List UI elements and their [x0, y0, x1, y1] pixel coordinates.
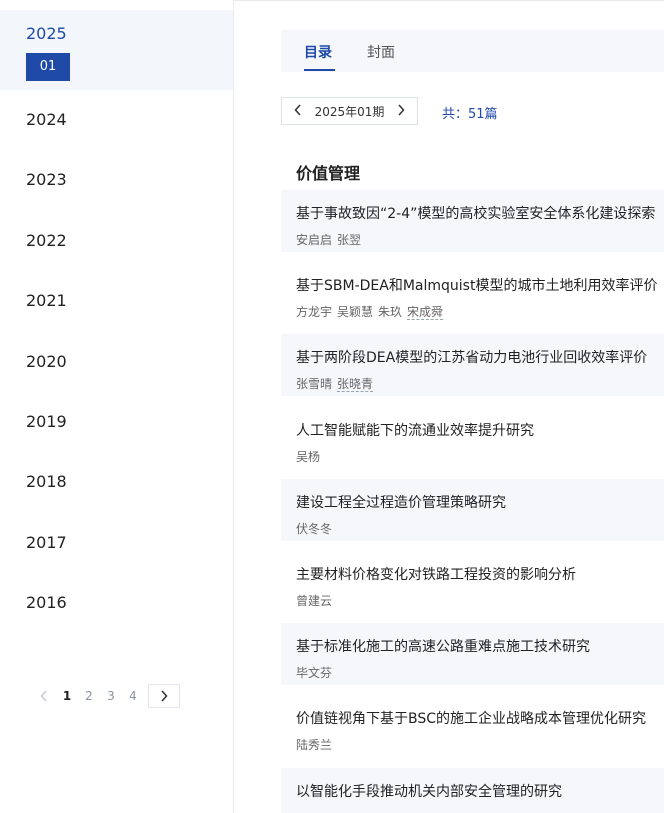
article-row[interactable]: 价值链视角下基于BSC的施工企业战略成本管理优化研究陆秀兰 [281, 695, 664, 757]
article-title[interactable]: 基于标准化施工的高速公路重难点施工技术研究 [296, 636, 590, 656]
article-count: 共：51篇 [442, 107, 498, 122]
author-name: 陆秀兰 [296, 738, 333, 753]
article-row[interactable]: 基于SBM-DEA和Malmquist模型的城市土地利用效率评价 方龙宇 吴颖慧 朱玖… [281, 262, 664, 324]
author-name: 吴颖慧 [337, 305, 374, 320]
article-authors: 安启启 张翌 [296, 231, 366, 248]
year-item[interactable]: 2020 [26, 352, 67, 371]
article-authors: 曾建云 [296, 592, 337, 609]
author-name[interactable]: 张晓青 [337, 377, 374, 393]
article-title[interactable]: 价值链视角下基于BSC的施工企业战略成本管理优化研究 [296, 708, 646, 728]
author-name: 张翌 [337, 233, 362, 247]
pager-page-number[interactable]: 3 [100, 689, 122, 703]
article-row[interactable]: 以智能化手段推动机关内部安全管理的研究 [281, 767, 664, 813]
article-row[interactable]: 基于事故致因“2-4”模型的高校实验室安全体系化建设探索 安启启 张翌 [281, 190, 664, 252]
article-title[interactable]: 人工智能赋能下的流通业效率提升研究 [296, 420, 534, 440]
article-row[interactable]: 基于两阶段DEA模型的江苏省动力电池行业回收效率评价 张雪晴 张晓青 [281, 334, 664, 397]
year-item[interactable]: 2021 [26, 291, 67, 310]
year-item[interactable]: 2024 [26, 110, 67, 129]
article-title[interactable]: 基于SBM-DEA和Malmquist模型的城市土地利用效率评价 [296, 275, 657, 295]
year-item[interactable]: 2017 [26, 533, 67, 552]
article-authors: 伏冬冬 [296, 520, 337, 537]
active-year-block[interactable]: 2025 01 [0, 10, 233, 90]
article-title[interactable]: 以智能化手段推动机关内部安全管理的研究 [296, 781, 562, 801]
tab-cover[interactable]: 封面 [367, 42, 395, 62]
article-row[interactable]: 人工智能赋能下的流通业效率提升研究吴杨 [281, 407, 664, 469]
issue-next-icon[interactable] [397, 103, 405, 119]
section-title: 价值管理 [296, 164, 361, 183]
author-name: 朱玖 [378, 305, 403, 320]
year-item[interactable]: 2016 [26, 593, 67, 612]
issue-selector: 2025年01期 [281, 97, 418, 125]
article-authors: 吴杨 [296, 448, 325, 465]
tab-bar: 目录 封面 [281, 30, 664, 72]
author-name: 伏冬冬 [296, 521, 333, 536]
article-title[interactable]: 主要材料价格变化对铁路工程投资的影响分析 [296, 564, 576, 584]
author-name: 曾建云 [296, 594, 333, 608]
issue-badge[interactable]: 01 [26, 53, 70, 81]
pager-next-icon[interactable] [148, 684, 180, 708]
issue-prev-icon[interactable] [294, 103, 302, 119]
active-tab-underline [304, 69, 335, 71]
article-row[interactable]: 基于标准化施工的高速公路重难点施工技术研究毕文芬 [281, 623, 664, 686]
article-authors: 方龙宇 吴颖慧 朱玖 宋成舜 [296, 303, 448, 321]
author-name: 毕文芬 [296, 666, 333, 681]
pager-page-number[interactable]: 4 [122, 689, 144, 703]
author-name: 张雪晴 [296, 377, 333, 392]
year-item[interactable]: 2018 [26, 472, 67, 491]
article-authors: 毕文芬 [296, 664, 337, 681]
pager-page-number[interactable]: 2 [78, 689, 100, 703]
pager-page-number[interactable]: 1 [56, 689, 78, 703]
tab-contents[interactable]: 目录 [304, 42, 332, 62]
active-year-label[interactable]: 2025 [26, 24, 67, 43]
pager-prev-icon[interactable] [32, 684, 56, 708]
author-name: 安启启 [296, 233, 333, 247]
article-row[interactable]: 主要材料价格变化对铁路工程投资的影响分析曾建云 [281, 551, 664, 613]
article-authors: 张雪晴 张晓青 [296, 375, 378, 393]
year-item[interactable]: 2023 [26, 170, 67, 189]
author-name: 吴杨 [296, 449, 321, 464]
year-item[interactable]: 2022 [26, 231, 67, 250]
article-title[interactable]: 建设工程全过程造价管理策略研究 [296, 492, 506, 512]
article-authors: 陆秀兰 [296, 736, 337, 753]
article-title[interactable]: 基于事故致因“2-4”模型的高校实验室安全体系化建设探索 [296, 203, 655, 223]
year-sidebar: 2025 01 2024 2023 2022 2021 2020 2019 2018 2017… [0, 0, 234, 813]
author-name[interactable]: 宋成舜 [407, 305, 444, 321]
author-name: 方龙宇 [296, 305, 333, 320]
article-title[interactable]: 基于两阶段DEA模型的江苏省动力电池行业回收效率评价 [296, 347, 647, 367]
year-pager: 1234 [32, 684, 180, 708]
issue-selector-label[interactable]: 2025年01期 [315, 103, 385, 120]
article-row[interactable]: 建设工程全过程造价管理策略研究伏冬冬 [281, 478, 664, 541]
year-item[interactable]: 2019 [26, 412, 67, 431]
